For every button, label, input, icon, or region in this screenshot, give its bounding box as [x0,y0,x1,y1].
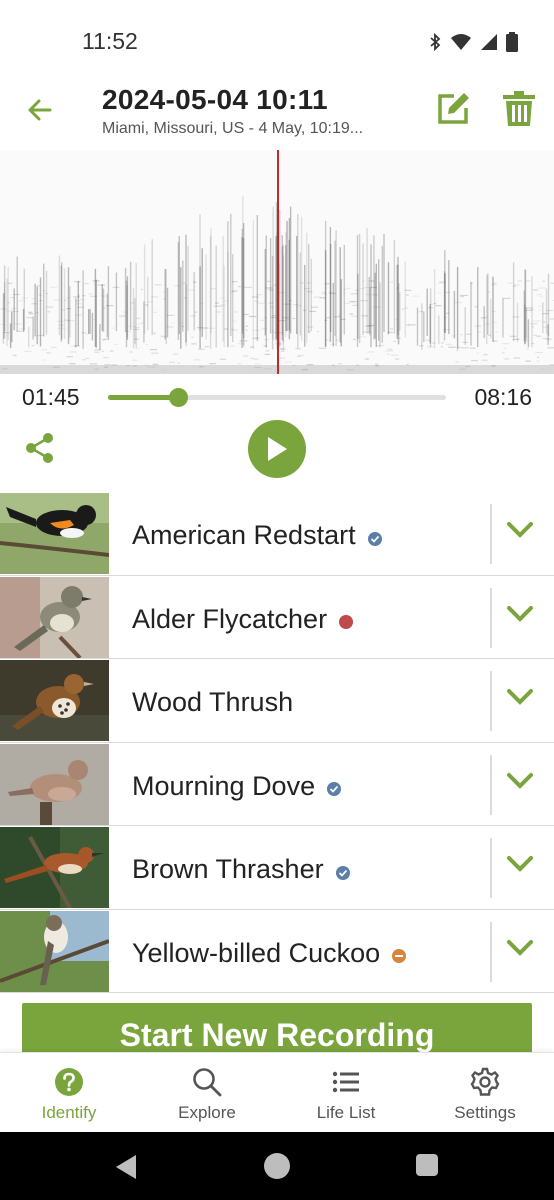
alder-flycatcher-photo [0,576,109,658]
chevron-down-icon [507,772,533,789]
system-home-icon[interactable] [264,1153,290,1179]
back-button[interactable] [22,92,58,128]
species-list: American Redstart Alder Flycatcher Wood … [0,492,554,993]
share-button[interactable] [24,432,56,464]
share-icon [26,433,53,463]
signal-icon [481,34,497,50]
species-label: Alder Flycatcher [132,603,328,634]
chevron-down-icon [507,939,533,956]
species-label: Mourning Dove [132,770,316,801]
playback-scrubber-row: 01:45 08:16 [0,378,554,418]
status-bar: 11:52 [0,0,554,84]
species-name: Brown Thrasher [132,854,350,885]
nav-item-life-list[interactable]: Life List [277,1053,415,1133]
system-recents-icon[interactable] [416,1154,438,1176]
wood-thrush-photo [0,660,109,741]
row-divider [490,921,492,982]
row-divider [490,754,492,815]
species-name: Alder Flycatcher [132,603,354,635]
spectrogram[interactable] [0,150,554,374]
bottom-nav: Identify Explore Life List Settings [0,1052,554,1132]
chevron-down-icon [507,856,533,872]
species-name: Mourning Dove [132,770,342,802]
playback-controls [0,418,554,490]
species-row[interactable]: Wood Thrush [0,659,554,743]
progress-track[interactable] [108,388,446,407]
play-icon [268,437,287,461]
progress-thumb[interactable] [169,388,189,407]
edit-button[interactable] [434,90,472,128]
brown-thrasher-photo [0,827,109,908]
species-label: Wood Thrush [132,687,294,717]
chevron-down-icon [507,522,533,538]
expand-button[interactable] [500,510,540,550]
species-label: Yellow-billed Cuckoo [132,937,381,968]
species-label: Brown Thrasher [132,854,324,884]
species-row[interactable]: Mourning Dove [0,743,554,826]
arrow-left-icon [28,99,52,121]
wifi-icon [451,34,471,50]
verified-badge-icon [335,865,350,880]
species-name: Yellow-billed Cuckoo [132,937,407,969]
species-row[interactable]: American Redstart [0,492,554,576]
help-circle-icon [54,1067,84,1097]
partial-badge-icon [392,949,407,963]
row-divider [490,587,492,648]
species-row[interactable]: Brown Thrasher [0,826,554,910]
mourning-dove-photo [0,743,109,825]
american-redstart-photo [0,493,109,574]
playhead-marker [277,150,279,374]
species-name: Wood Thrush [132,687,293,718]
trash-icon [503,91,535,126]
system-back-icon[interactable] [114,1154,138,1180]
nav-item-explore[interactable]: Explore [138,1053,276,1133]
nav-item-settings[interactable]: Settings [416,1053,554,1133]
expand-button[interactable] [500,928,540,968]
expand-button[interactable] [500,677,540,717]
chevron-down-icon [507,605,533,622]
total-time: 08:16 [474,384,532,410]
expand-button[interactable] [500,844,540,884]
bluetooth-icon [430,33,441,51]
play-button[interactable] [248,420,306,478]
species-row[interactable]: Alder Flycatcher [0,576,554,659]
status-dot-icon [339,615,354,629]
row-divider [490,838,492,898]
yellow-billed-cuckoo-photo [0,910,109,992]
recording-location: Miami, Missouri, US - 4 May, 10:19... [102,120,364,137]
nav-label: Life List [316,1103,376,1122]
expand-button[interactable] [500,761,540,801]
species-row[interactable]: Yellow-billed Cuckoo [0,910,554,993]
progress-fill [108,395,179,400]
nav-label: Settings [454,1103,516,1122]
battery-icon [506,32,518,52]
list-icon [331,1067,361,1097]
species-label: American Redstart [132,520,356,550]
status-time: 11:52 [82,28,138,54]
row-divider [490,671,492,731]
expand-button[interactable] [500,594,540,634]
gear-icon [470,1067,500,1097]
chevron-down-icon [507,689,533,705]
edit-icon [438,93,469,124]
nav-label: Identify [41,1103,97,1122]
delete-button[interactable] [502,90,538,128]
verified-badge-icon [327,782,342,796]
recording-header: 2024-05-04 10:11 Miami, Missouri, US - 4… [0,84,554,150]
nav-label: Explore [178,1103,236,1122]
nav-item-identify[interactable]: Identify [0,1053,138,1133]
system-nav-bar [0,1132,554,1200]
recording-title: 2024-05-04 10:11 [102,84,328,115]
row-divider [490,504,492,564]
species-name: American Redstart [132,520,382,551]
verified-badge-icon [367,531,382,546]
status-icons [428,32,518,52]
current-time: 01:45 [22,384,80,410]
search-icon [192,1067,222,1097]
